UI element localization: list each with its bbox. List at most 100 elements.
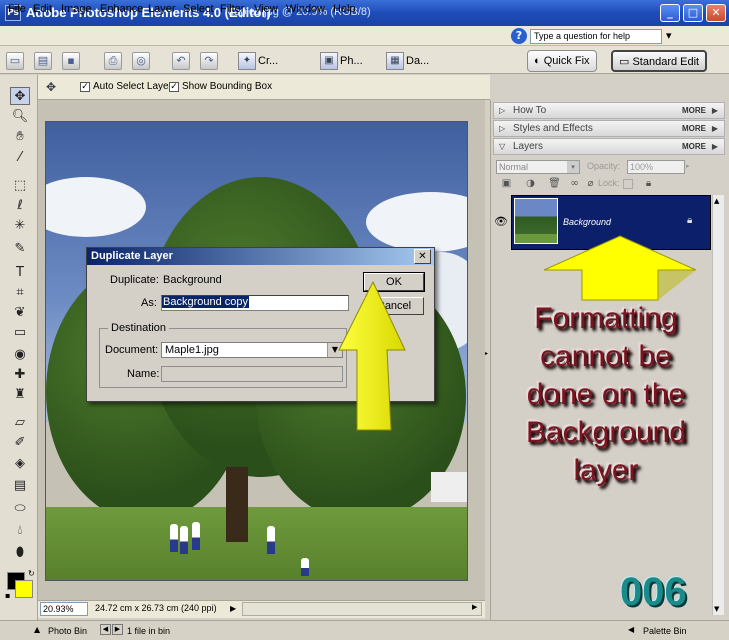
how-to-more-button[interactable]: MORE <box>682 103 706 118</box>
files-in-bin-count: 1 file in bin <box>127 626 171 636</box>
palette-bin-toggle-icon[interactable]: ◀ <box>628 625 634 634</box>
clone-stamp-tool-icon[interactable]: ♜ <box>10 386 30 404</box>
menu-help[interactable]: Help <box>333 3 356 15</box>
sponge-tool-icon[interactable]: ⬮ <box>10 544 30 562</box>
new-layer-icon[interactable]: ▣ <box>500 177 513 190</box>
link-icon[interactable]: ⌀ <box>584 177 597 190</box>
healing-brush-tool-icon[interactable]: ✚ <box>10 366 30 384</box>
blur-tool-icon[interactable]: 💧︎ <box>10 522 30 540</box>
background-color-swatch[interactable] <box>15 580 33 598</box>
link-layers-icon[interactable]: ∞ <box>568 177 581 190</box>
visibility-eye-icon[interactable]: 👁︎ <box>494 215 508 228</box>
open-folder-icon[interactable]: ▤ <box>34 52 52 70</box>
horizontal-scrollbar[interactable] <box>242 602 482 616</box>
delete-layer-icon[interactable]: 🗑︎ <box>548 177 561 190</box>
print-icon[interactable]: ⎙ <box>104 52 122 70</box>
create-button[interactable]: ✦ Cr... <box>238 50 278 72</box>
menu-view[interactable]: View <box>254 3 278 15</box>
lock-all-icon[interactable]: 🔒︎ <box>642 177 655 190</box>
red-eye-tool-icon[interactable]: ◉ <box>10 346 30 364</box>
brush-tool-icon[interactable]: ✐ <box>10 434 30 452</box>
zoom-tool-icon[interactable]: 🔍︎ <box>10 108 30 126</box>
maximize-button[interactable]: □ <box>683 4 703 22</box>
default-colors-icon[interactable]: ▪ <box>5 591 10 600</box>
palette-bin-label[interactable]: Palette Bin <box>643 626 687 636</box>
destination-label: Destination <box>108 322 170 334</box>
zoom-field[interactable]: 20.93% <box>40 602 88 616</box>
photo-child <box>301 558 309 576</box>
hand-tool-icon[interactable]: ✋︎ <box>10 128 30 146</box>
gradient-tool-icon[interactable]: ▤ <box>10 477 30 495</box>
dialog-close-icon[interactable]: ✕ <box>414 249 431 264</box>
photo-trunk <box>226 467 248 542</box>
menu-enhance[interactable]: Enhance <box>100 3 143 15</box>
bin-prev-icon[interactable]: ◀ <box>100 624 111 635</box>
styles-more-button[interactable]: MORE <box>682 121 706 136</box>
menu-filter[interactable]: Filter <box>220 3 244 15</box>
paint-bucket-tool-icon[interactable]: ◈ <box>10 455 30 473</box>
type-tool-icon[interactable]: T <box>10 264 30 282</box>
magic-wand-tool-icon[interactable]: ✳ <box>10 217 30 235</box>
standard-edit-icon: ▭ <box>619 56 633 68</box>
photo-browser-button[interactable]: ▣ Ph... <box>320 50 363 72</box>
lock-transparency-checkbox[interactable] <box>623 179 633 189</box>
cookie-cutter-tool-icon[interactable]: ❦ <box>10 304 30 322</box>
scroll-right-icon[interactable]: ▶ <box>472 603 477 611</box>
adjustment-layer-icon[interactable]: ◑ <box>524 177 537 190</box>
annotation-arrow-up-icon <box>543 235 697 301</box>
straighten-tool-icon[interactable]: ▭ <box>10 324 30 342</box>
bin-next-icon[interactable]: ▶ <box>112 624 123 635</box>
swap-colors-icon[interactable]: ↻ <box>28 569 35 578</box>
selection-brush-tool-icon[interactable]: ✎ <box>10 240 30 258</box>
menu-layer[interactable]: Layer <box>148 3 176 15</box>
marquee-tool-icon[interactable]: ⬚ <box>10 177 30 195</box>
how-to-panel-header[interactable]: ▷ How To MORE ▶ <box>493 102 725 119</box>
palette-collapse-handle[interactable]: ▸ <box>485 350 490 364</box>
menu-window[interactable]: Window <box>286 3 325 15</box>
opacity-slider-icon[interactable]: ▸ <box>686 162 690 170</box>
annotation-line: done on the <box>526 378 686 411</box>
as-name-input[interactable]: Background copy <box>161 295 349 311</box>
photo-bin-toggle-icon[interactable]: ▲ <box>34 625 40 634</box>
status-menu-arrow-icon[interactable]: ▶ <box>230 602 240 616</box>
date-view-button[interactable]: ▦ Da... <box>386 50 429 72</box>
lasso-tool-icon[interactable]: ℓ <box>10 197 30 215</box>
document-select[interactable]: Maple1.jpg <box>161 342 343 358</box>
layers-panel-header[interactable]: ▽ Layers MORE ▶ <box>493 138 725 155</box>
scroll-up-icon[interactable]: ▲ <box>714 197 719 205</box>
online-services-icon[interactable]: ◎ <box>132 52 150 70</box>
menu-file[interactable]: File <box>8 3 26 15</box>
duplicate-value: Background <box>163 274 222 286</box>
layers-more-button[interactable]: MORE <box>682 139 706 154</box>
auto-select-layer-checkbox[interactable]: ✓ <box>80 82 90 92</box>
save-icon[interactable]: ▪ <box>62 52 80 70</box>
menu-image[interactable]: Image <box>61 3 92 15</box>
menu-select[interactable]: Select <box>183 3 214 15</box>
photo-bin-label[interactable]: Photo Bin <box>48 626 87 636</box>
redo-icon[interactable]: ↷ <box>200 52 218 70</box>
shape-tool-icon[interactable]: ⬭ <box>10 500 30 518</box>
layer-name: Background <box>563 217 612 227</box>
help-dropdown-icon[interactable]: ▾ <box>666 29 672 42</box>
quick-fix-button[interactable]: ◐ Quick Fix <box>527 50 597 72</box>
undo-icon[interactable]: ↶ <box>172 52 190 70</box>
opacity-field[interactable]: 100% <box>627 160 685 174</box>
crop-tool-icon[interactable]: ⌗ <box>10 284 30 302</box>
close-button[interactable]: ✕ <box>706 4 726 22</box>
styles-effects-panel-header[interactable]: ▷ Styles and Effects MORE ▶ <box>493 120 725 137</box>
show-bounding-box-checkbox[interactable]: ✓ <box>169 82 179 92</box>
minimize-button[interactable]: _ <box>660 4 680 22</box>
help-icon[interactable]: ? <box>511 28 527 44</box>
standard-edit-button[interactable]: ▭ Standard Edit <box>611 50 708 72</box>
scroll-down-icon[interactable]: ▼ <box>714 605 719 613</box>
move-tool-icon[interactable]: ✥ <box>10 87 30 105</box>
blend-mode-dropdown-icon[interactable]: ▾ <box>567 161 579 173</box>
help-search-input[interactable]: Type a question for help <box>530 29 662 44</box>
move-tool-preset-icon[interactable]: ✥ <box>46 80 56 94</box>
eyedropper-tool-icon[interactable]: ⁄ <box>10 149 30 167</box>
eraser-tool-icon[interactable]: ▱ <box>10 414 30 432</box>
new-file-icon[interactable]: ▭ <box>6 52 24 70</box>
collapse-arrow-icon: ▽ <box>499 142 506 151</box>
more-arrow-icon: ▶ <box>711 124 718 133</box>
menu-edit[interactable]: Edit <box>33 3 52 15</box>
